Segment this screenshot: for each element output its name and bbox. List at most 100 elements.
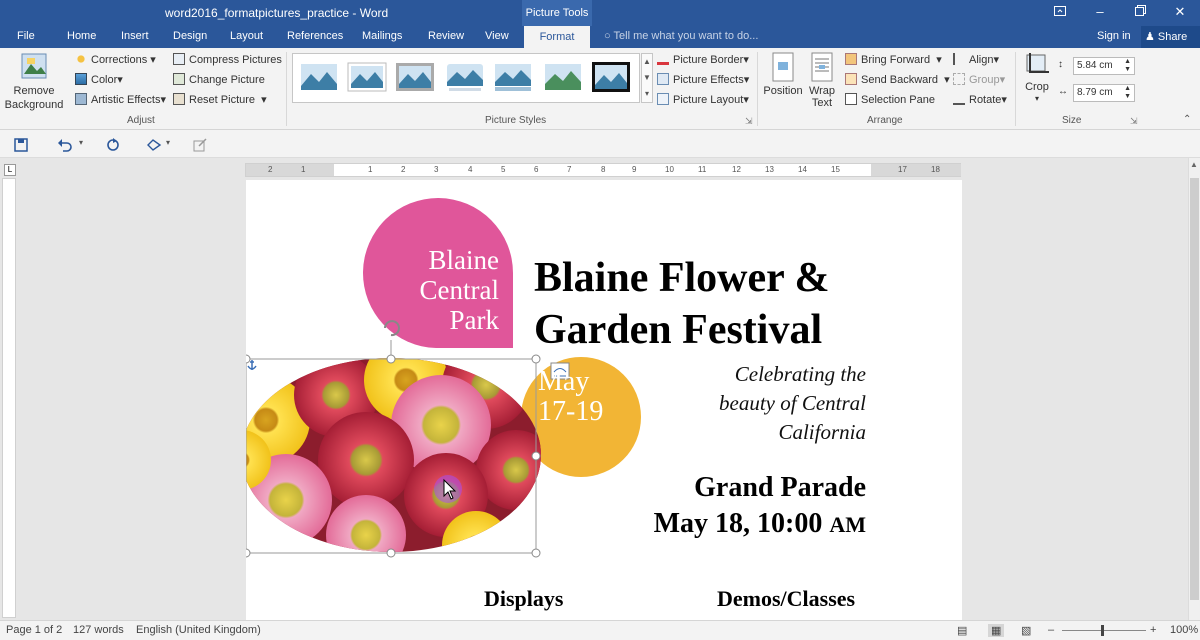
- height-input[interactable]: 5.84 cm ▲ ▼: [1073, 57, 1135, 75]
- zoom-out-icon[interactable]: –: [1048, 624, 1054, 636]
- group-separator: [1015, 52, 1016, 126]
- share-button[interactable]: ♟ Share: [1141, 26, 1200, 48]
- page-count[interactable]: Page 1 of 2: [6, 624, 62, 636]
- change-picture-button[interactable]: Change Picture: [173, 72, 265, 88]
- undo-dropdown-icon[interactable]: ▾: [79, 138, 83, 147]
- group-button[interactable]: Group▾: [953, 72, 1005, 88]
- word-window: word2016_formatpictures_practice - Word …: [0, 0, 1200, 640]
- selection-pane-button[interactable]: Selection Pane: [845, 92, 935, 108]
- picture-layout-button[interactable]: Picture Layout▾: [657, 92, 749, 108]
- align-button[interactable]: Align▾: [953, 52, 999, 68]
- repeat-icon[interactable]: [106, 138, 120, 152]
- status-bar: Page 1 of 2 127 words English (United Ki…: [0, 620, 1200, 640]
- width-input[interactable]: 8.79 cm ▲ ▼: [1073, 84, 1135, 102]
- tab-review[interactable]: Review: [428, 30, 464, 48]
- width-spinner-icon[interactable]: ▲ ▼: [1124, 85, 1131, 101]
- style-thumb-7-selected[interactable]: [591, 60, 631, 94]
- touch-dropdown-icon[interactable]: ▾: [166, 138, 170, 147]
- selection-pane-icon: [845, 93, 857, 105]
- dialog-launcher-icon[interactable]: ⇲: [745, 116, 753, 127]
- horizontal-ruler[interactable]: 2 1 1 2 3 4 5 6 7 8 9 10 11 12 13 14 15 …: [245, 163, 961, 177]
- tab-mailings[interactable]: Mailings: [362, 30, 402, 48]
- gallery-scroll[interactable]: ▲ ▼ ▾: [641, 53, 653, 103]
- color-button[interactable]: Color▾: [75, 72, 123, 88]
- size-dialog-launcher-icon[interactable]: ⇲: [1130, 116, 1138, 127]
- width-value: 8.79 cm: [1077, 87, 1113, 98]
- resize-handle[interactable]: [531, 354, 541, 364]
- tab-home[interactable]: Home: [67, 30, 96, 48]
- reset-picture-button[interactable]: Reset Picture ▾: [173, 92, 267, 108]
- scroll-thumb[interactable]: [1190, 178, 1199, 600]
- style-thumb-6[interactable]: [543, 60, 583, 94]
- close-icon[interactable]: ✕: [1160, 0, 1200, 26]
- tab-selector-icon[interactable]: L: [4, 164, 16, 176]
- document-page[interactable]: Blaine Central Park Blaine Flower & Gard…: [246, 180, 962, 620]
- ruler-number: 1: [368, 165, 373, 174]
- zoom-level[interactable]: 100%: [1170, 624, 1198, 636]
- remove-background-button[interactable]: Remove Background: [4, 52, 64, 111]
- vertical-scrollbar[interactable]: ▲: [1188, 158, 1200, 620]
- compress-pictures-button[interactable]: Compress Pictures: [173, 52, 282, 68]
- vertical-ruler[interactable]: [2, 178, 16, 618]
- minimize-icon[interactable]: –: [1080, 0, 1120, 26]
- web-layout-icon[interactable]: ▧: [1021, 624, 1031, 637]
- read-mode-icon[interactable]: ▤: [957, 624, 967, 637]
- position-button[interactable]: Position: [762, 52, 804, 97]
- picture-border-button[interactable]: Picture Border▾: [657, 52, 749, 68]
- style-thumb-5[interactable]: [493, 60, 533, 94]
- tab-insert[interactable]: Insert: [121, 30, 149, 48]
- ribbon-display-icon[interactable]: [1040, 0, 1080, 26]
- resize-handle[interactable]: [386, 548, 396, 558]
- send-backward-button[interactable]: Send Backward ▾: [845, 72, 950, 88]
- print-layout-icon[interactable]: ▦: [988, 624, 1005, 637]
- touch-mode-icon[interactable]: [146, 138, 162, 152]
- save-icon[interactable]: [14, 138, 28, 152]
- collapse-ribbon-icon[interactable]: ⌃: [1183, 114, 1191, 125]
- undo-icon[interactable]: [57, 138, 73, 152]
- ruler-number: 5: [501, 165, 506, 174]
- style-thumb-3[interactable]: [395, 60, 435, 94]
- style-thumb-1[interactable]: [299, 60, 339, 94]
- word-count[interactable]: 127 words: [73, 624, 124, 636]
- tab-layout[interactable]: Layout: [230, 30, 263, 48]
- bring-forward-icon: [845, 53, 857, 65]
- language-indicator[interactable]: English (United Kingdom): [136, 624, 261, 636]
- wrap-text-button[interactable]: Wrap Text: [806, 52, 838, 109]
- style-thumb-4[interactable]: [445, 60, 485, 94]
- tab-view[interactable]: View: [485, 30, 509, 48]
- style-thumb-2[interactable]: [347, 60, 387, 94]
- picture-styles-gallery[interactable]: [292, 53, 640, 103]
- zoom-slider-thumb[interactable]: [1101, 625, 1104, 636]
- tab-references[interactable]: References: [287, 30, 343, 48]
- crop-button[interactable]: Crop ▾: [1020, 52, 1054, 105]
- ruler-number: 11: [698, 165, 707, 174]
- resize-handle[interactable]: [246, 354, 251, 364]
- resize-handle[interactable]: [246, 548, 251, 558]
- tab-file[interactable]: File: [17, 30, 35, 48]
- resize-handle[interactable]: [386, 354, 396, 364]
- rotate-button[interactable]: Rotate▾: [953, 92, 1007, 108]
- badge-line-2: Central: [419, 275, 499, 305]
- resize-handle[interactable]: [531, 548, 541, 558]
- festival-heading: Blaine Flower & Garden Festival: [534, 252, 830, 356]
- bring-forward-button[interactable]: Bring Forward ▾: [845, 52, 942, 68]
- tab-format[interactable]: Format: [524, 26, 590, 48]
- restore-icon[interactable]: [1120, 0, 1160, 26]
- parade-line-2: May 18, 10:00: [653, 508, 830, 539]
- height-spinner-icon[interactable]: ▲ ▼: [1124, 58, 1131, 74]
- artistic-effects-icon: [75, 93, 87, 105]
- tab-design[interactable]: Design: [173, 30, 207, 48]
- share-label: Share: [1157, 31, 1188, 43]
- zoom-slider[interactable]: [1062, 630, 1146, 631]
- scroll-up-icon[interactable]: ▲: [1190, 160, 1198, 169]
- edit-icon[interactable]: [193, 138, 207, 152]
- corrections-button[interactable]: Corrections ▾: [75, 52, 156, 68]
- picture-effects-button[interactable]: Picture Effects▾: [657, 72, 749, 88]
- date-line-1: May: [538, 366, 590, 397]
- tell-me-text: Tell me what you want to do...: [613, 30, 759, 42]
- zoom-in-icon[interactable]: +: [1150, 624, 1156, 636]
- artistic-effects-button[interactable]: Artistic Effects▾: [75, 92, 166, 108]
- tell-me-search[interactable]: ○ Tell me what you want to do...: [604, 30, 758, 42]
- resize-handle[interactable]: [531, 451, 541, 461]
- sign-in-link[interactable]: Sign in: [1097, 30, 1131, 42]
